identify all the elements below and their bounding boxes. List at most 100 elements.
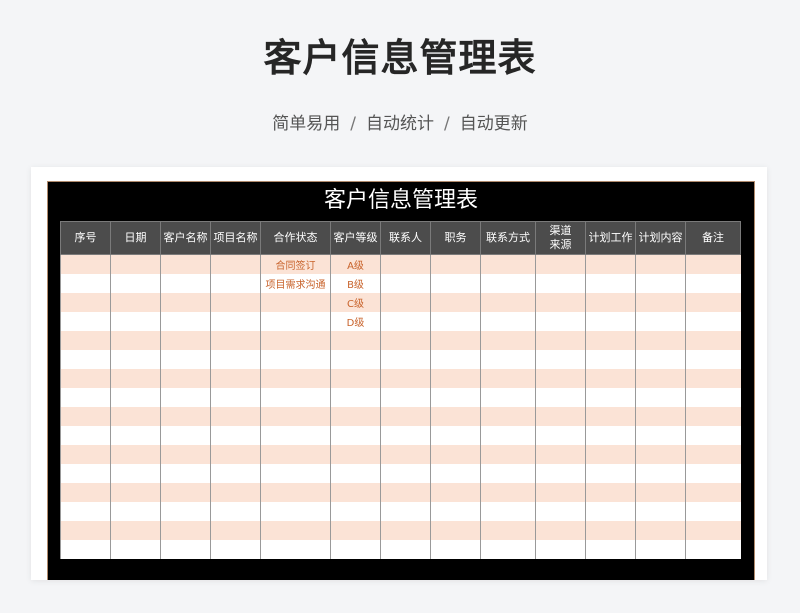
table-cell[interactable]: [110, 483, 161, 502]
table-cell[interactable]: [380, 274, 431, 293]
table-cell[interactable]: [60, 426, 111, 445]
table-cell[interactable]: [635, 502, 686, 521]
table-cell[interactable]: [160, 369, 211, 388]
column-header[interactable]: 项目名称: [210, 221, 261, 255]
table-cell[interactable]: [635, 350, 686, 369]
table-cell[interactable]: [330, 445, 381, 464]
table-cell[interactable]: [585, 312, 636, 331]
table-cell[interactable]: [160, 274, 211, 293]
table-cell[interactable]: [535, 274, 586, 293]
table-cell[interactable]: [330, 407, 381, 426]
table-cell[interactable]: [210, 331, 261, 350]
table-cell[interactable]: [260, 426, 331, 445]
table-cell[interactable]: [685, 350, 741, 369]
table-cell[interactable]: [110, 312, 161, 331]
table-cell[interactable]: [585, 254, 636, 274]
table-cell[interactable]: [430, 274, 481, 293]
table-cell[interactable]: [60, 350, 111, 369]
table-cell[interactable]: [160, 426, 211, 445]
table-cell[interactable]: [330, 369, 381, 388]
table-cell[interactable]: [210, 445, 261, 464]
table-cell[interactable]: [160, 521, 211, 540]
table-cell[interactable]: [585, 331, 636, 350]
table-cell[interactable]: [430, 293, 481, 312]
table-cell[interactable]: [480, 293, 536, 312]
table-cell[interactable]: [330, 521, 381, 540]
table-cell[interactable]: B级: [330, 274, 381, 293]
table-cell[interactable]: [330, 388, 381, 407]
table-cell[interactable]: [60, 464, 111, 483]
table-cell[interactable]: [685, 540, 741, 559]
table-cell[interactable]: [260, 464, 331, 483]
table-cell[interactable]: [685, 521, 741, 540]
table-cell[interactable]: [160, 312, 211, 331]
table-cell[interactable]: [685, 483, 741, 502]
table-cell[interactable]: [160, 407, 211, 426]
table-cell[interactable]: [260, 369, 331, 388]
table-cell[interactable]: [430, 502, 481, 521]
table-cell[interactable]: [430, 464, 481, 483]
table-cell[interactable]: [330, 540, 381, 559]
table-cell[interactable]: [585, 274, 636, 293]
table-cell[interactable]: [160, 464, 211, 483]
table-cell[interactable]: [210, 464, 261, 483]
table-cell[interactable]: [535, 254, 586, 274]
table-cell[interactable]: [380, 521, 431, 540]
table-cell[interactable]: [110, 331, 161, 350]
table-cell[interactable]: [685, 502, 741, 521]
table-cell[interactable]: [330, 464, 381, 483]
table-cell[interactable]: [380, 350, 431, 369]
table-cell[interactable]: [685, 293, 741, 312]
column-header[interactable]: 客户名称: [160, 221, 211, 255]
table-cell[interactable]: [330, 426, 381, 445]
table-cell[interactable]: [210, 426, 261, 445]
table-cell[interactable]: [585, 483, 636, 502]
table-cell[interactable]: [110, 445, 161, 464]
table-cell[interactable]: [585, 502, 636, 521]
table-cell[interactable]: [430, 350, 481, 369]
table-cell[interactable]: [480, 521, 536, 540]
table-cell[interactable]: [210, 502, 261, 521]
table-cell[interactable]: [60, 254, 111, 274]
table-cell[interactable]: [635, 274, 686, 293]
table-cell[interactable]: [60, 312, 111, 331]
table-cell[interactable]: [110, 464, 161, 483]
table-cell[interactable]: A级: [330, 254, 381, 274]
table-cell[interactable]: [110, 369, 161, 388]
table-cell[interactable]: [635, 369, 686, 388]
table-cell[interactable]: [380, 388, 431, 407]
table-cell[interactable]: [585, 540, 636, 559]
table-cell[interactable]: [535, 350, 586, 369]
table-cell[interactable]: [160, 445, 211, 464]
table-cell[interactable]: [110, 350, 161, 369]
table-cell[interactable]: [380, 483, 431, 502]
table-cell[interactable]: [110, 388, 161, 407]
table-cell[interactable]: [480, 274, 536, 293]
table-cell[interactable]: [535, 445, 586, 464]
table-cell[interactable]: [160, 540, 211, 559]
table-cell[interactable]: [535, 521, 586, 540]
table-cell[interactable]: [380, 254, 431, 274]
table-cell[interactable]: [330, 502, 381, 521]
table-cell[interactable]: [535, 426, 586, 445]
table-cell[interactable]: [480, 483, 536, 502]
table-cell[interactable]: [60, 502, 111, 521]
table-cell[interactable]: [260, 331, 331, 350]
table-cell[interactable]: [535, 369, 586, 388]
table-cell[interactable]: [430, 483, 481, 502]
table-cell[interactable]: [480, 426, 536, 445]
table-cell[interactable]: [260, 502, 331, 521]
table-cell[interactable]: [635, 426, 686, 445]
table-cell[interactable]: [535, 331, 586, 350]
table-cell[interactable]: [635, 445, 686, 464]
table-cell[interactable]: [480, 445, 536, 464]
table-cell[interactable]: [685, 312, 741, 331]
column-header[interactable]: 计划工作: [585, 221, 636, 255]
table-cell[interactable]: [210, 521, 261, 540]
column-header[interactable]: 合作状态: [260, 221, 331, 255]
table-cell[interactable]: [260, 312, 331, 331]
table-cell[interactable]: [260, 350, 331, 369]
table-cell[interactable]: [380, 331, 431, 350]
table-cell[interactable]: [160, 502, 211, 521]
table-cell[interactable]: [380, 502, 431, 521]
